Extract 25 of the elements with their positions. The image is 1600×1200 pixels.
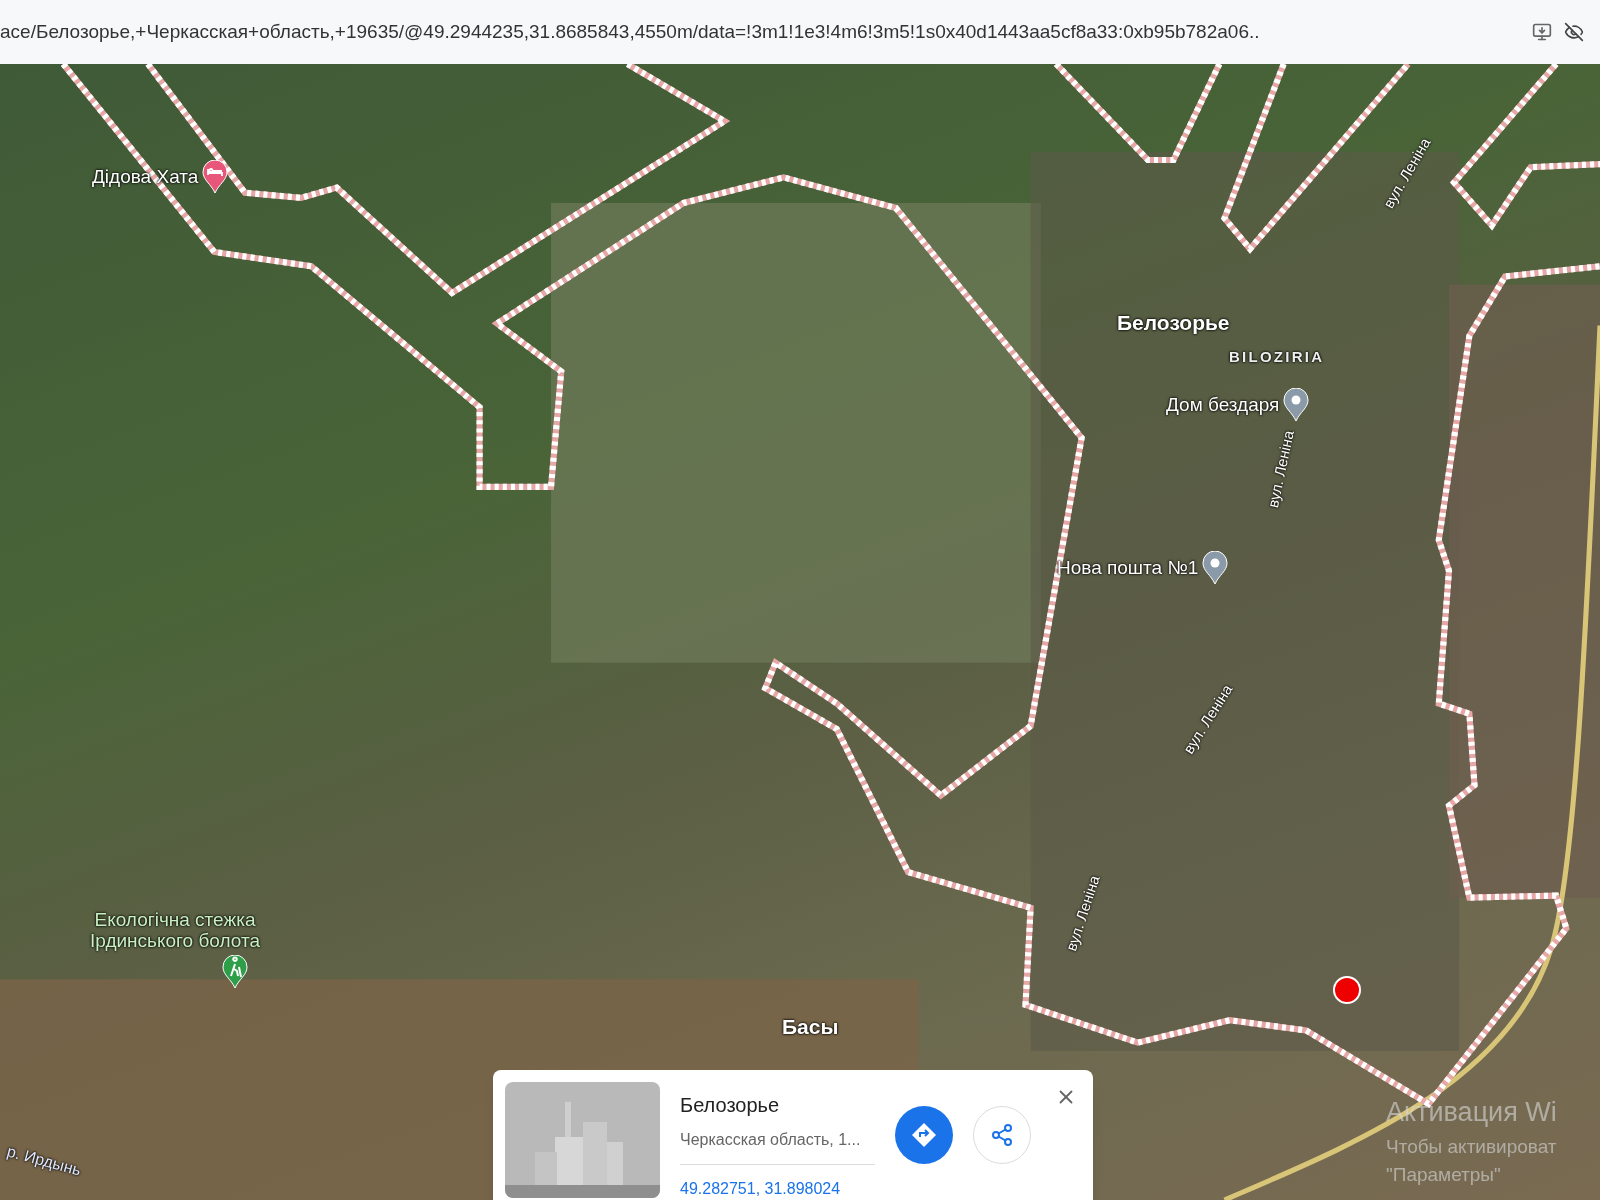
directions-button[interactable] (895, 1106, 953, 1164)
bed-pin-icon[interactable] (202, 160, 229, 194)
map-pin-icon[interactable] (1283, 388, 1310, 422)
location-marker (1333, 976, 1361, 1004)
town-label: Белозорье (1117, 310, 1230, 336)
activation-watermark: "Параметры" (1386, 1163, 1502, 1187)
eye-off-icon[interactable] (1564, 22, 1584, 42)
coordinates-link[interactable]: 49.282751, 31.898024 (680, 1177, 875, 1200)
activation-watermark: Чтобы активироват (1386, 1134, 1557, 1159)
map-label[interactable]: Дом бездаря (1166, 390, 1280, 420)
place-title: Белозорье (680, 1093, 781, 1118)
river-label: р. Ирдынь (4, 1141, 84, 1181)
street-label: вул. Леніна (1262, 428, 1298, 510)
town-caption: BILOZIRIA (1229, 347, 1325, 367)
url-text[interactable]: ace/Белозорье,+Черкасская+область,+19635/@49.2944235,31.8685843,4550m/data=!3m1!1e3!4m6!3m5!1s0x40d1443aa5cf8a33:0xb95b782a06.. (0, 17, 1520, 47)
install-icon[interactable] (1532, 22, 1552, 42)
place-address: Черкасская область, 1... (680, 1128, 875, 1165)
map-pin-icon[interactable] (1202, 551, 1229, 585)
directions-icon (911, 1122, 937, 1148)
street-label: вул. Леніна (1061, 872, 1104, 954)
share-icon (990, 1123, 1014, 1147)
town-label: Басы (782, 1014, 839, 1040)
map-label[interactable]: Екологічна стежка Ірдинського болота (60, 909, 290, 951)
map-label[interactable]: Дідова Хата (92, 162, 199, 192)
hiker-pin-icon[interactable] (222, 955, 248, 989)
